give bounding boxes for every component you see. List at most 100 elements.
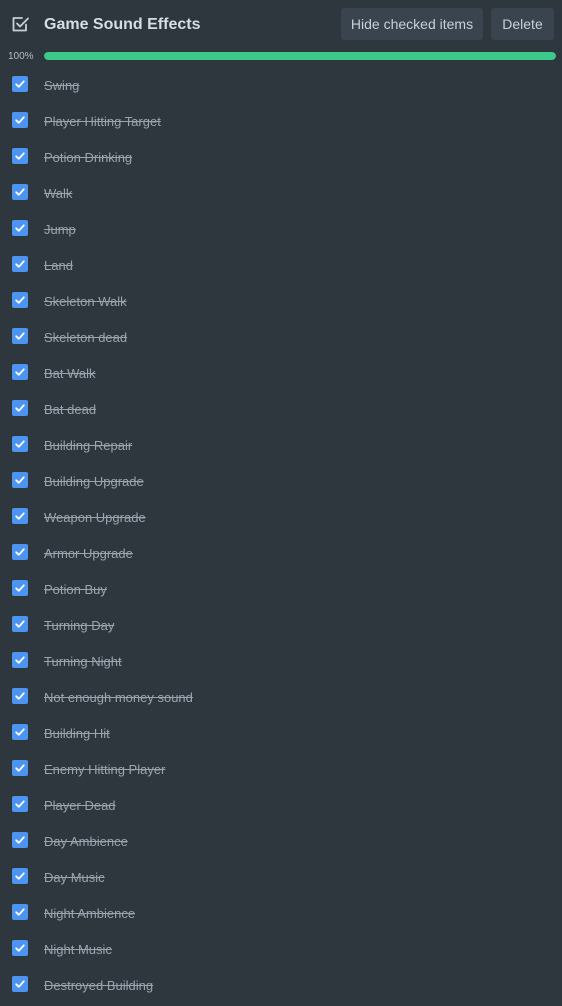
checklist-item-label[interactable]: Not enough money sound	[44, 690, 193, 706]
check-icon	[15, 296, 25, 304]
checkbox-checked[interactable]	[12, 616, 28, 632]
checklist-item[interactable]: Turning Day	[0, 608, 562, 644]
checkbox-checked[interactable]	[12, 580, 28, 596]
checkbox-checked[interactable]	[12, 256, 28, 272]
checkbox-checked[interactable]	[12, 436, 28, 452]
checklist-item-label[interactable]: Skeleton Walk	[44, 294, 127, 310]
checklist-item[interactable]: Player Hitting Target	[0, 104, 562, 140]
checklist-item[interactable]: Potion Drinking	[0, 140, 562, 176]
check-icon	[15, 548, 25, 556]
check-icon	[15, 404, 25, 412]
checklist-item-label[interactable]: Turning Day	[44, 618, 114, 634]
checkbox-checked[interactable]	[12, 688, 28, 704]
checklist-item-label[interactable]: Jump	[44, 222, 76, 238]
checkbox-checked[interactable]	[12, 544, 28, 560]
checklist-item[interactable]: Building Upgrade	[0, 464, 562, 500]
checkbox-checked[interactable]	[12, 148, 28, 164]
checklist-item-label[interactable]: Night Ambience	[44, 906, 135, 922]
checklist-item-label[interactable]: Building Hit	[44, 726, 110, 742]
checklist-item[interactable]: Player Dead	[0, 788, 562, 824]
check-icon	[15, 152, 25, 160]
checkbox-checked[interactable]	[12, 292, 28, 308]
checklist-item-label[interactable]: Day Music	[44, 870, 105, 886]
check-icon	[15, 476, 25, 484]
check-icon	[15, 872, 25, 880]
checklist-item[interactable]: Building Hit	[0, 716, 562, 752]
checklist-item-label[interactable]: Potion Drinking	[44, 150, 132, 166]
checkbox-checked[interactable]	[12, 904, 28, 920]
delete-button[interactable]: Delete	[491, 8, 554, 40]
checklist-item[interactable]: Bat dead	[0, 392, 562, 428]
checklist-item[interactable]: Walk	[0, 176, 562, 212]
checklist-item-label[interactable]: Player Dead	[44, 798, 116, 814]
checklist-items: Swing Player Hitting Target Potion Drinkin…	[0, 68, 562, 1004]
checklist-item[interactable]: Swing	[0, 68, 562, 104]
checkbox-checked[interactable]	[12, 112, 28, 128]
checkbox-checked[interactable]	[12, 796, 28, 812]
checklist-item[interactable]: Day Music	[0, 860, 562, 896]
checkbox-checked[interactable]	[12, 364, 28, 380]
checkbox-checked[interactable]	[12, 832, 28, 848]
checkbox-checked[interactable]	[12, 184, 28, 200]
check-icon	[15, 512, 25, 520]
checklist-title[interactable]: Game Sound Effects	[44, 15, 200, 35]
checklist-item-label[interactable]: Building Upgrade	[44, 474, 144, 490]
checklist-item-label[interactable]: Bat Walk	[44, 366, 96, 382]
check-icon	[15, 116, 25, 124]
checklist-item[interactable]: Day Ambience	[0, 824, 562, 860]
checklist-item-label[interactable]: Enemy Hitting Player	[44, 762, 165, 778]
checklist-item-label[interactable]: Walk	[44, 186, 72, 202]
checklist-item-label[interactable]: Building Repair	[44, 438, 132, 454]
checklist-item[interactable]: Weapon Upgrade	[0, 500, 562, 536]
hide-checked-items-button[interactable]: Hide checked items	[341, 8, 483, 40]
checklist-item-label[interactable]: Armor Upgrade	[44, 546, 133, 562]
checklist-item[interactable]: Skeleton Walk	[0, 284, 562, 320]
check-icon	[15, 80, 25, 88]
check-icon	[15, 584, 25, 592]
checklist-item[interactable]: Skeleton dead	[0, 320, 562, 356]
checkbox-checked[interactable]	[12, 472, 28, 488]
checkbox-checked[interactable]	[12, 76, 28, 92]
progress-bar-fill	[44, 52, 556, 60]
checklist-item[interactable]: Armor Upgrade	[0, 536, 562, 572]
checkbox-checked[interactable]	[12, 940, 28, 956]
check-icon	[15, 620, 25, 628]
checkbox-checked[interactable]	[12, 400, 28, 416]
checkbox-checked[interactable]	[12, 652, 28, 668]
check-icon	[15, 944, 25, 952]
checklist-item-label[interactable]: Bat dead	[44, 402, 96, 418]
checkbox-checked[interactable]	[12, 976, 28, 992]
checkbox-checked[interactable]	[12, 724, 28, 740]
checklist-item[interactable]: Night Music	[0, 932, 562, 968]
checklist-item[interactable]: Turning Night	[0, 644, 562, 680]
checklist-item-label[interactable]: Weapon Upgrade	[44, 510, 146, 526]
checklist-item-label[interactable]: Swing	[44, 78, 79, 94]
checklist-item-label[interactable]: Player Hitting Target	[44, 114, 161, 130]
checkbox-checked[interactable]	[12, 868, 28, 884]
checkbox-checked[interactable]	[12, 760, 28, 776]
checkbox-checked[interactable]	[12, 508, 28, 524]
checkbox-checked[interactable]	[12, 220, 28, 236]
checklist-item-label[interactable]: Skeleton dead	[44, 330, 127, 346]
checklist-item-label[interactable]: Night Music	[44, 942, 112, 958]
check-icon	[15, 224, 25, 232]
checklist-item[interactable]: Building Repair	[0, 428, 562, 464]
check-icon	[15, 800, 25, 808]
checklist-item[interactable]: Jump	[0, 212, 562, 248]
checklist-item[interactable]: Bat Walk	[0, 356, 562, 392]
checklist-item-label[interactable]: Potion Buy	[44, 582, 107, 598]
checklist-item[interactable]: Destroyed Building	[0, 968, 562, 1004]
checklist-item[interactable]: Night Ambience	[0, 896, 562, 932]
checklist-item-label[interactable]: Land	[44, 258, 73, 274]
check-icon	[15, 260, 25, 268]
checklist-item[interactable]: Land	[0, 248, 562, 284]
checklist-item[interactable]: Enemy Hitting Player	[0, 752, 562, 788]
checklist-item-label[interactable]: Destroyed Building	[44, 978, 153, 994]
checklist-item[interactable]: Not enough money sound	[0, 680, 562, 716]
checklist-item[interactable]: Potion Buy	[0, 572, 562, 608]
checklist-icon	[10, 14, 30, 34]
check-icon	[15, 764, 25, 772]
checkbox-checked[interactable]	[12, 328, 28, 344]
checklist-item-label[interactable]: Day Ambience	[44, 834, 128, 850]
checklist-item-label[interactable]: Turning Night	[44, 654, 122, 670]
